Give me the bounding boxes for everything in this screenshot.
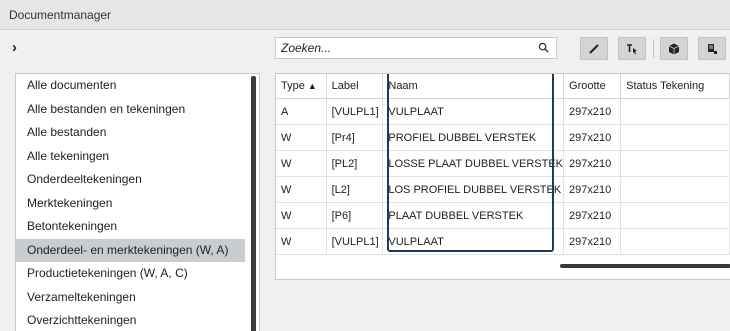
- table-cell: [P6]: [326, 202, 384, 229]
- table-cell: W: [276, 202, 327, 229]
- search-input[interactable]: [276, 38, 536, 58]
- cursor-select-icon: [627, 43, 637, 54]
- table-cell: [620, 176, 730, 203]
- model-button[interactable]: [660, 37, 688, 60]
- sidebar-item[interactable]: Merktekeningen: [16, 192, 245, 216]
- table-row[interactable]: W [L2] LOS PROFIEL DUBBEL VERSTEK 297x210: [276, 176, 730, 203]
- table-cell: VULPLAAT: [382, 98, 565, 125]
- cube-icon: [668, 43, 680, 54]
- table-cell: 297x210: [563, 124, 622, 151]
- table-row[interactable]: A [VULPL1] VULPLAAT 297x210: [276, 98, 730, 125]
- window-title: Documentmanager: [9, 8, 112, 22]
- table-header: Type ▲ Label Naam Grootte Status Tekening: [276, 74, 730, 99]
- chevron-right-icon[interactable]: ›: [12, 40, 26, 55]
- sidebar-item[interactable]: Betontekeningen: [16, 215, 245, 239]
- sidebar-item[interactable]: Onderdeel- en merktekeningen (W, A): [16, 238, 245, 262]
- table-cell: W: [276, 228, 327, 255]
- table-cell: [620, 124, 730, 151]
- sidebar-item[interactable]: Overzichttekeningen: [16, 309, 245, 331]
- table-row[interactable]: W [Pr4] PROFIEL DUBBEL VERSTEK 297x210: [276, 124, 730, 151]
- table-horizontal-scrollbar[interactable]: [560, 264, 730, 268]
- table-row[interactable]: W [PL2] LOSSE PLAAT DUBBEL VERSTEK 297x210: [276, 150, 730, 177]
- table-row[interactable]: W [P6] PLAAT DUBBEL VERSTEK 297x210: [276, 202, 730, 229]
- sort-ascending-icon: ▲: [307, 81, 317, 91]
- table-cell: [PL2]: [326, 150, 384, 177]
- sidebar-item[interactable]: Productietekeningen (W, A, C): [16, 262, 245, 286]
- column-header-status[interactable]: Status Tekening: [620, 74, 730, 99]
- sidebar-item[interactable]: Onderdeeltekeningen: [16, 168, 245, 192]
- search-box[interactable]: [275, 37, 557, 59]
- column-header-size[interactable]: Grootte: [563, 74, 622, 99]
- table-cell: 297x210: [563, 202, 622, 229]
- table-cell: [Pr4]: [326, 124, 384, 151]
- table-cell: [VULPL1]: [326, 228, 384, 255]
- toolbar-separator: [653, 39, 654, 58]
- document-filter-list: Alle documenten Alle bestanden en tekeni…: [15, 73, 260, 331]
- table-cell: [VULPL1]: [326, 98, 384, 125]
- table-row[interactable]: W [VULPL1] VULPLAAT 297x210: [276, 228, 730, 255]
- table-cell: 297x210: [563, 176, 622, 203]
- table-cell: 297x210: [563, 150, 622, 177]
- table-cell: [620, 228, 730, 255]
- table-cell: W: [276, 124, 327, 151]
- table-cell: 297x210: [563, 228, 622, 255]
- table-cell: VULPLAAT: [382, 228, 565, 255]
- table-cell: [620, 202, 730, 229]
- search-icon[interactable]: [538, 42, 549, 53]
- sidebar-item[interactable]: Alle bestanden en tekeningen: [16, 98, 245, 122]
- edit-button[interactable]: [580, 37, 608, 60]
- table-cell: [620, 150, 730, 177]
- column-header-label: Type: [281, 80, 305, 92]
- documents-table: Type ▲ Label Naam Grootte Status Tekening…: [275, 73, 730, 280]
- column-header-type[interactable]: Type ▲: [276, 74, 327, 99]
- table-cell: A: [276, 98, 327, 125]
- sidebar-item[interactable]: Alle bestanden: [16, 121, 245, 145]
- sidebar-item[interactable]: Alle tekeningen: [16, 145, 245, 169]
- title-bar: Documentmanager: [0, 0, 730, 30]
- pencil-icon: [589, 43, 599, 54]
- properties-icon: [708, 43, 717, 54]
- sidebar-item[interactable]: Verzameltekeningen: [16, 286, 245, 310]
- properties-button[interactable]: [698, 37, 726, 60]
- table-cell: [620, 98, 730, 125]
- table-cell: PROFIEL DUBBEL VERSTEK: [382, 124, 565, 151]
- toolbar: ›: [0, 31, 730, 65]
- sidebar-item[interactable]: Alle documenten: [16, 74, 245, 98]
- sidebar-scrollbar[interactable]: [251, 76, 256, 331]
- table-cell: 297x210: [563, 98, 622, 125]
- column-header-name[interactable]: Naam: [382, 74, 565, 99]
- table-cell: W: [276, 176, 327, 203]
- column-header-label[interactable]: Label: [326, 74, 384, 99]
- table-cell: LOS PROFIEL DUBBEL VERSTEK: [382, 176, 565, 203]
- table-cell: [L2]: [326, 176, 384, 203]
- table-cell: W: [276, 150, 327, 177]
- table-cell: PLAAT DUBBEL VERSTEK: [382, 202, 565, 229]
- table-cell: LOSSE PLAAT DUBBEL VERSTEK: [382, 150, 565, 177]
- select-button[interactable]: [618, 37, 646, 60]
